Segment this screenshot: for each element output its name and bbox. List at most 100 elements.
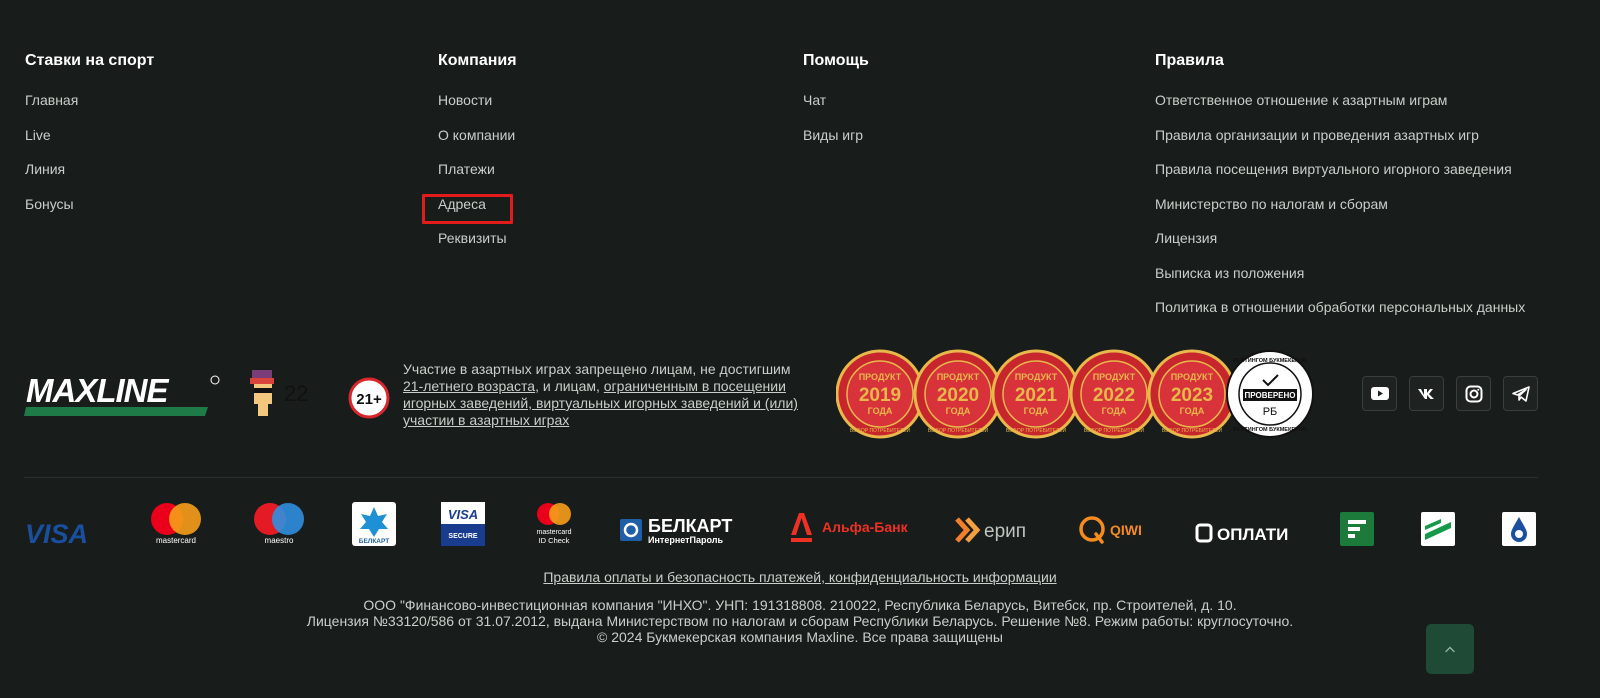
footer-link-home[interactable]: Главная [25, 92, 154, 108]
visa-secure-logo: VISA SECURE [441, 502, 485, 546]
footer-link-payments[interactable]: Платежи [438, 161, 517, 177]
alfa-bank-text: Альфа-Банк [822, 519, 909, 535]
badge-ring-text: ВЫБОР ПОТРЕБИТЕЛЕЙ [1006, 426, 1067, 434]
mc-idcheck-bottom-text: ID Check [539, 536, 570, 545]
age-label: 21+ [356, 391, 382, 408]
column-title: Ставки на спорт [25, 52, 155, 69]
payment-rules-link[interactable]: Правила оплаты и безопасность платежей, … [0, 569, 1600, 585]
badge-year: 2021 [1015, 385, 1058, 406]
verified-ring-bottom: РЕЙТИНГОМ БУКМЕКЕРОВ [1233, 425, 1307, 433]
footer-column-sports: Ставки на спорт Главная Live Линия Бонус… [25, 52, 154, 230]
footer-link-gaming-rules[interactable]: Правила организации и проведения азартны… [1155, 127, 1525, 143]
footer-link-chat[interactable]: Чат [803, 92, 869, 108]
license-details: Лицензия №33120/586 от 31.07.2012, выдан… [306, 613, 1294, 629]
mc-idcheck-top-text: mastercard [536, 529, 571, 536]
telegram-icon[interactable] [1503, 376, 1538, 411]
vk-icon[interactable] [1409, 376, 1444, 411]
maestro-logo: maestro [250, 501, 310, 545]
registered-mark-icon [210, 375, 220, 385]
age-restriction-icon: 21+ [348, 377, 390, 419]
footer-link-bonuses[interactable]: Бонусы [25, 196, 154, 212]
badge-top-text: ПРОДУКТ [937, 372, 980, 382]
visa-logo: VISA [25, 511, 103, 555]
copyright: © 2024 Букмекерская компания Maxline. Вс… [597, 629, 1003, 645]
oplati-text: ОПЛАТИ [1217, 525, 1288, 544]
footer-link-game-types[interactable]: Виды игр [803, 127, 869, 143]
company-details: ООО "Финансово-инвестиционная компания "… [363, 597, 1237, 613]
product-of-year-badge: ПРОДУКТ 2023ГОДА ВЫБОР ПОТРЕБИТЕЛЕЙ [1147, 349, 1237, 439]
avatar-number: 22 [284, 381, 308, 406]
payment-rules-text[interactable]: Правила оплаты и безопасность платежей, … [543, 569, 1056, 585]
badge-ring-text: ВЫБОР ПОТРЕБИТЕЛЕЙ [1084, 426, 1145, 434]
belinvestbank-logo [1421, 507, 1455, 551]
highlight-box [422, 194, 513, 224]
chevron-up-icon [1445, 646, 1455, 653]
footer-link-tax-ministry[interactable]: Министерство по налогам и сборам [1155, 196, 1525, 212]
badge-bottom-text: ГОДА [868, 406, 893, 416]
qiwi-logo: QIWI [1078, 508, 1152, 552]
footer-link-news[interactable]: Новости [438, 92, 517, 108]
footer-link-about[interactable]: О компании [438, 127, 517, 143]
badge-top-text: ПРОДУКТ [1015, 372, 1058, 382]
badge-top-text: ПРОДУКТ [859, 372, 902, 382]
footer-link-privacy-policy[interactable]: Политика в отношении обработки персональ… [1155, 299, 1525, 315]
green-bank-logo [1340, 507, 1374, 551]
alfa-bank-logo: Альфа-Банк [788, 505, 912, 549]
badge-bottom-text: ГОДА [1180, 406, 1205, 416]
verified-ring-top: РЕЙТИНГОМ БУКМЕКЕРОВ [1233, 356, 1307, 364]
footer-link-requisites[interactable]: Реквизиты [438, 230, 517, 246]
instagram-icon[interactable] [1456, 376, 1491, 411]
youtube-icon[interactable] [1362, 376, 1397, 411]
logo-green-bar [24, 407, 208, 416]
maestro-text: maestro [265, 536, 294, 545]
footer-link-regulation-extract[interactable]: Выписка из положения [1155, 265, 1525, 281]
qiwi-text: QIWI [1110, 522, 1142, 538]
badge-year: 2023 [1171, 385, 1213, 406]
verified-code: РБ [1263, 406, 1278, 418]
badge-year: 2019 [859, 385, 901, 406]
column-title: Правила [1155, 52, 1224, 69]
oplati-logo: ОПЛАТИ [1195, 511, 1299, 555]
belkart-internetparol-logo: БЕЛКАРТ ИнтернетПароль [620, 508, 746, 552]
footer-link-virtual-venue-rules[interactable]: Правила посещения виртуального игорного … [1155, 161, 1525, 177]
product-of-year-badge: ПРОДУКТ 2022ГОДА ВЫБОР ПОТРЕБИТЕЛЕЙ [1069, 349, 1159, 439]
product-of-year-badge: ПРОДУКТ 2021ГОДА ВЫБОР ПОТРЕБИТЕЛЕЙ [991, 349, 1081, 439]
verified-by-rating-badge: РЕЙТИНГОМ БУКМЕКЕРОВ ПРОВЕРЕНО РБ РЕЙТИНГОМ… [1226, 350, 1314, 438]
badge-bottom-text: ГОДА [1102, 406, 1127, 416]
footer-link-responsible-gaming[interactable]: Ответственное отношение к азартным играм [1155, 92, 1525, 108]
visa-secure-bottom-text: SECURE [448, 533, 478, 540]
company-info: ООО "Финансово-инвестиционная компания "… [0, 597, 1600, 645]
erip-text: ерип [984, 521, 1026, 542]
badge-top-text: ПРОДУКТ [1171, 372, 1214, 382]
maxline-logo[interactable]: MAXLINE [24, 372, 220, 418]
pixel-avatar: 22 [250, 368, 312, 418]
footer-column-company: Компания Новости О компании Платежи Адре… [438, 52, 517, 265]
footer-column-help: Помощь Чат Виды игр [803, 52, 869, 161]
badge-bottom-text: ГОДА [946, 406, 971, 416]
logo-text: MAXLINE [26, 372, 169, 409]
legal-text: , и лицам, [535, 378, 604, 394]
age-limit-link[interactable]: 21-летнего возраста [403, 378, 535, 394]
footer-link-line[interactable]: Линия [25, 161, 154, 177]
badge-ring-text: ВЫБОР ПОТРЕБИТЕЛЕЙ [928, 426, 989, 434]
belkart-small-text: БЕЛКАРТ [359, 538, 389, 545]
award-badges: ПРОДУКТ 2019 ГОДА ВЫБОР ПОТРЕБИТЕЛЕЙ ПРОДУКТ… [835, 348, 1336, 440]
badge-year: 2022 [1093, 385, 1135, 406]
belkart-big-text: БЕЛКАРТ [648, 516, 732, 536]
footer-link-live[interactable]: Live [25, 127, 154, 143]
footer-column-rules: Правила Ответственное отношение к азартн… [1155, 52, 1525, 334]
scroll-to-top-button[interactable] [1426, 624, 1474, 674]
product-of-year-badge: ПРОДУКТ 2020ГОДА ВЫБОР ПОТРЕБИТЕЛЕЙ [913, 349, 1003, 439]
visa-secure-top-text: VISA [448, 507, 478, 522]
mastercard-logo: mastercard [147, 501, 207, 545]
badge-ring-text: ВЫБОР ПОТРЕБИТЕЛЕЙ [1162, 426, 1223, 434]
mastercard-text: mastercard [156, 536, 196, 545]
bank-drop-logo [1502, 507, 1536, 551]
legal-notice: Участие в азартных играх запрещено лицам… [403, 361, 813, 429]
legal-text: Участие в азартных играх запрещено лицам… [403, 361, 791, 377]
column-title: Компания [438, 52, 517, 69]
column-title: Помощь [803, 52, 869, 69]
footer-link-license[interactable]: Лицензия [1155, 230, 1525, 246]
badge-ring-text: ВЫБОР ПОТРЕБИТЕЛЕЙ [850, 426, 911, 434]
visa-text: VISA [25, 520, 88, 546]
